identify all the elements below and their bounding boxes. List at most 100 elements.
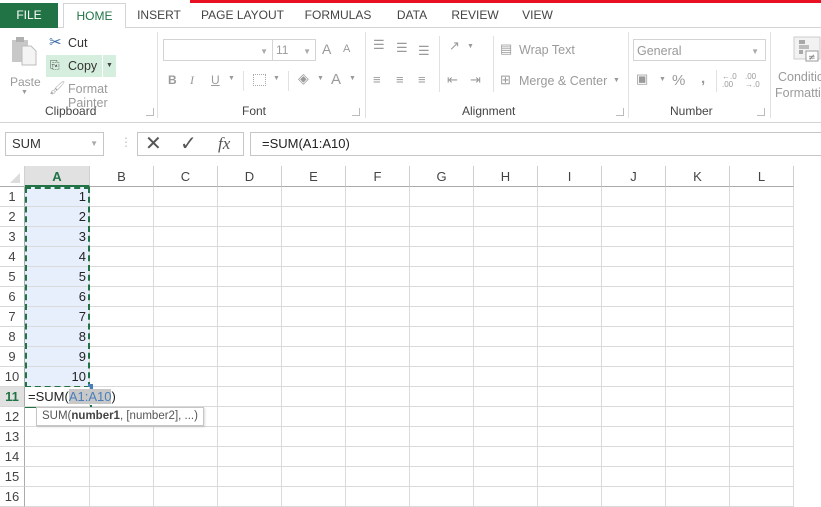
cell-l6[interactable] <box>730 287 794 307</box>
cell-j16[interactable] <box>602 487 666 507</box>
tooltip-current-arg[interactable]: number1 <box>71 410 120 422</box>
number-format-dropdown[interactable]: General ▼ <box>633 39 766 61</box>
name-box[interactable]: SUM ▼ <box>5 132 104 156</box>
decrease-decimal-button[interactable]: .00 →.0 <box>745 73 763 89</box>
cell-c3[interactable] <box>154 227 218 247</box>
cell-a16[interactable] <box>25 487 90 507</box>
cell-h15[interactable] <box>474 467 538 487</box>
row-header-10[interactable]: 10 <box>0 367 25 387</box>
row-header-6[interactable]: 6 <box>0 287 25 307</box>
cell-d6[interactable] <box>218 287 282 307</box>
row-header-3[interactable]: 3 <box>0 227 25 247</box>
font-color-button[interactable]: A <box>331 71 341 88</box>
cell-j15[interactable] <box>602 467 666 487</box>
cell-g13[interactable] <box>410 427 474 447</box>
cell-f13[interactable] <box>346 427 410 447</box>
cell-h5[interactable] <box>474 267 538 287</box>
cell-g7[interactable] <box>410 307 474 327</box>
column-header-e[interactable]: E <box>282 166 346 187</box>
cell-j8[interactable] <box>602 327 666 347</box>
cell-c13[interactable] <box>154 427 218 447</box>
cell-d7[interactable] <box>218 307 282 327</box>
cell-d14[interactable] <box>218 447 282 467</box>
cell-f1[interactable] <box>346 187 410 207</box>
alignment-launcher-icon[interactable] <box>616 108 624 116</box>
cell-a15[interactable] <box>25 467 90 487</box>
tab-home[interactable]: HOME <box>63 3 126 29</box>
cell-g12[interactable] <box>410 407 474 427</box>
cell-j12[interactable] <box>602 407 666 427</box>
row-header-11[interactable]: 11 <box>0 387 25 407</box>
cell-e11[interactable] <box>282 387 346 407</box>
cell-j11[interactable] <box>602 387 666 407</box>
underline-dropdown-icon[interactable]: ▼ <box>228 75 235 82</box>
cell-c7[interactable] <box>154 307 218 327</box>
cell-l9[interactable] <box>730 347 794 367</box>
cell-d10[interactable] <box>218 367 282 387</box>
cell-j14[interactable] <box>602 447 666 467</box>
cell-b5[interactable] <box>90 267 154 287</box>
bottom-align-icon[interactable]: ☰ <box>418 43 430 59</box>
cell-j5[interactable] <box>602 267 666 287</box>
tab-formulas[interactable]: FORMULAS <box>298 3 378 28</box>
cell-d2[interactable] <box>218 207 282 227</box>
cell-c8[interactable] <box>154 327 218 347</box>
cell-i4[interactable] <box>538 247 602 267</box>
cell-k14[interactable] <box>666 447 730 467</box>
cell-f6[interactable] <box>346 287 410 307</box>
cell-f16[interactable] <box>346 487 410 507</box>
cell-f2[interactable] <box>346 207 410 227</box>
cell-k4[interactable] <box>666 247 730 267</box>
cell-b13[interactable] <box>90 427 154 447</box>
cell-k11[interactable] <box>666 387 730 407</box>
cell-d9[interactable] <box>218 347 282 367</box>
cell-l1[interactable] <box>730 187 794 207</box>
cell-b4[interactable] <box>90 247 154 267</box>
copy-dropdown-icon[interactable]: ▼ <box>102 55 116 77</box>
cell-i2[interactable] <box>538 207 602 227</box>
cell-c1[interactable] <box>154 187 218 207</box>
borders-dropdown-icon[interactable]: ▼ <box>273 75 280 82</box>
cell-c5[interactable] <box>154 267 218 287</box>
drag-handle-icon[interactable]: ⋮ <box>120 135 132 149</box>
underline-button[interactable]: U <box>211 73 220 87</box>
cell-i16[interactable] <box>538 487 602 507</box>
cell-b10[interactable] <box>90 367 154 387</box>
column-header-a[interactable]: A <box>25 166 90 187</box>
cut-button[interactable]: ✂ Cut <box>49 34 109 52</box>
cell-f12[interactable] <box>346 407 410 427</box>
percent-style-button[interactable]: % <box>672 72 685 89</box>
cell-k13[interactable] <box>666 427 730 447</box>
cell-j6[interactable] <box>602 287 666 307</box>
cell-h12[interactable] <box>474 407 538 427</box>
cell-d12[interactable] <box>218 407 282 427</box>
column-header-f[interactable]: F <box>346 166 410 187</box>
tab-review[interactable]: REVIEW <box>445 3 505 28</box>
cell-g1[interactable] <box>410 187 474 207</box>
cell-i3[interactable] <box>538 227 602 247</box>
cell-f11[interactable] <box>346 387 410 407</box>
cell-c10[interactable] <box>154 367 218 387</box>
font-name-dropdown[interactable]: ▼ <box>163 39 273 61</box>
cell-f15[interactable] <box>346 467 410 487</box>
tab-data[interactable]: DATA <box>388 3 436 28</box>
font-color-dropdown-icon[interactable]: ▼ <box>349 75 356 82</box>
borders-icon[interactable] <box>253 74 266 86</box>
row-header-8[interactable]: 8 <box>0 327 25 347</box>
cell-d5[interactable] <box>218 267 282 287</box>
cell-c6[interactable] <box>154 287 218 307</box>
cell-i7[interactable] <box>538 307 602 327</box>
increase-indent-icon[interactable]: ⇥ <box>470 72 481 88</box>
cell-h1[interactable] <box>474 187 538 207</box>
cell-i13[interactable] <box>538 427 602 447</box>
decrease-indent-icon[interactable]: ⇤ <box>447 72 458 88</box>
cell-d16[interactable] <box>218 487 282 507</box>
cell-g16[interactable] <box>410 487 474 507</box>
cell-b3[interactable] <box>90 227 154 247</box>
cell-b16[interactable] <box>90 487 154 507</box>
cell-l7[interactable] <box>730 307 794 327</box>
cell-l16[interactable] <box>730 487 794 507</box>
merge-center-button[interactable]: ⊞ Merge & Center ▼ <box>500 72 625 90</box>
cell-g11[interactable] <box>410 387 474 407</box>
font-size-dropdown[interactable]: 11 ▼ <box>272 39 316 61</box>
